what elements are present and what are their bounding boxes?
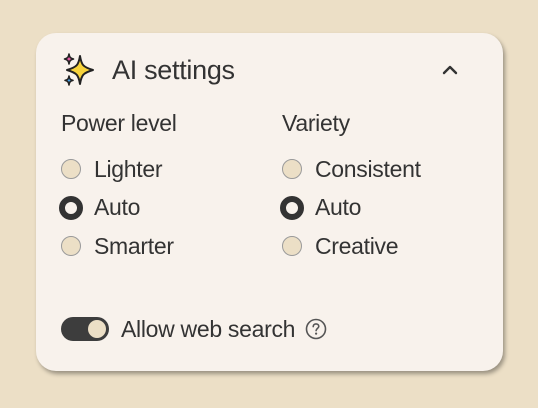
option-label: Auto — [94, 194, 141, 221]
radio-button[interactable] — [282, 159, 302, 180]
ai-settings-panel: AI settings Power level Lighter Auto Sma… — [36, 33, 503, 371]
collapse-button[interactable] — [437, 57, 463, 83]
option-label: Smarter — [94, 232, 174, 259]
panel-header: AI settings — [62, 51, 483, 89]
option-label: Auto — [315, 194, 362, 221]
help-icon[interactable] — [305, 318, 327, 340]
variety-title: Variety — [282, 110, 350, 136]
web-search-label: Allow web search — [121, 315, 296, 342]
radio-button[interactable] — [61, 236, 81, 257]
power-option-lighter[interactable]: Lighter — [61, 150, 177, 189]
variety-option-creative[interactable]: Creative — [282, 227, 421, 266]
radio-button[interactable] — [282, 236, 302, 257]
sparkle-icon — [62, 52, 98, 88]
web-search-row: Allow web search — [61, 314, 327, 344]
power-option-auto[interactable]: Auto — [59, 189, 177, 228]
power-option-smarter[interactable]: Smarter — [61, 227, 177, 266]
power-level-group: Power level Lighter Auto Smarter — [59, 109, 177, 266]
web-search-toggle[interactable] — [61, 317, 109, 341]
chevron-up-icon — [442, 65, 458, 75]
power-level-title: Power level — [61, 110, 177, 136]
option-label: Lighter — [94, 155, 163, 182]
toggle-knob — [88, 320, 106, 338]
radio-button[interactable] — [61, 159, 81, 180]
variety-group: Variety Consistent Auto Creative — [280, 109, 421, 266]
radio-button-selected[interactable] — [280, 195, 304, 220]
variety-option-consistent[interactable]: Consistent — [282, 150, 421, 189]
radio-button-selected[interactable] — [59, 195, 83, 220]
variety-option-auto[interactable]: Auto — [280, 189, 421, 228]
panel-title: AI settings — [112, 54, 235, 85]
option-label: Creative — [315, 232, 399, 259]
option-label: Consistent — [315, 155, 421, 182]
